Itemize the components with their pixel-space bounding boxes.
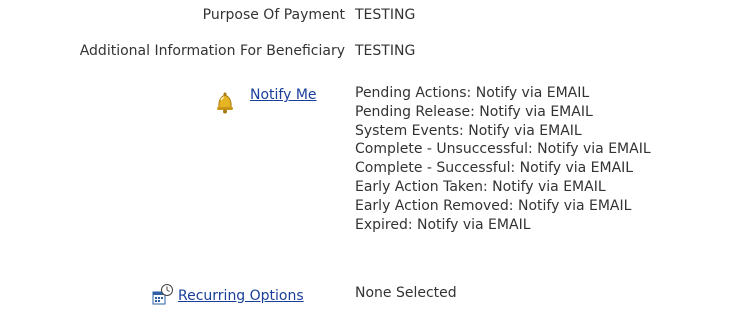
recurring-options-link[interactable]: Recurring Options [178,288,304,304]
notify-me-row: Notify Me Pending Actions: Notify via EM… [0,84,737,274]
notification-setting-item: Early Action Removed: Notify via EMAIL [355,197,632,214]
purpose-of-payment-label: Purpose Of Payment [202,7,345,23]
beneficiary-info-row: Additional Information For Beneficiary T… [0,43,737,65]
notification-setting-item: Complete - Unsuccessful: Notify via EMAI… [355,141,651,158]
notification-setting-item: Complete - Successful: Notify via EMAIL [355,160,634,177]
notification-setting-item: System Events: Notify via EMAIL [355,122,582,139]
purpose-of-payment-value: TESTING [355,7,416,23]
recurring-options-row: Recurring Options None Selected [0,283,737,309]
notify-me-link[interactable]: Notify Me [250,87,317,103]
beneficiary-info-value: TESTING [355,43,416,59]
beneficiary-info-label: Additional Information For Beneficiary [79,43,345,59]
notification-setting-item: Pending Release: Notify via EMAIL [355,103,593,120]
notification-setting-item: Expired: Notify via EMAIL [355,216,531,233]
bell-icon[interactable] [212,89,238,115]
recurring-calendar-icon[interactable] [152,283,174,305]
recurring-options-value: None Selected [355,285,457,301]
purpose-of-payment-row: Purpose Of Payment TESTING [0,7,737,29]
notification-setting-item: Early Action Taken: Notify via EMAIL [355,178,606,195]
notification-setting-item: Pending Actions: Notify via EMAIL [355,85,590,101]
notification-settings-list: Pending Actions: Notify via EMAIL Pendin… [355,84,651,234]
